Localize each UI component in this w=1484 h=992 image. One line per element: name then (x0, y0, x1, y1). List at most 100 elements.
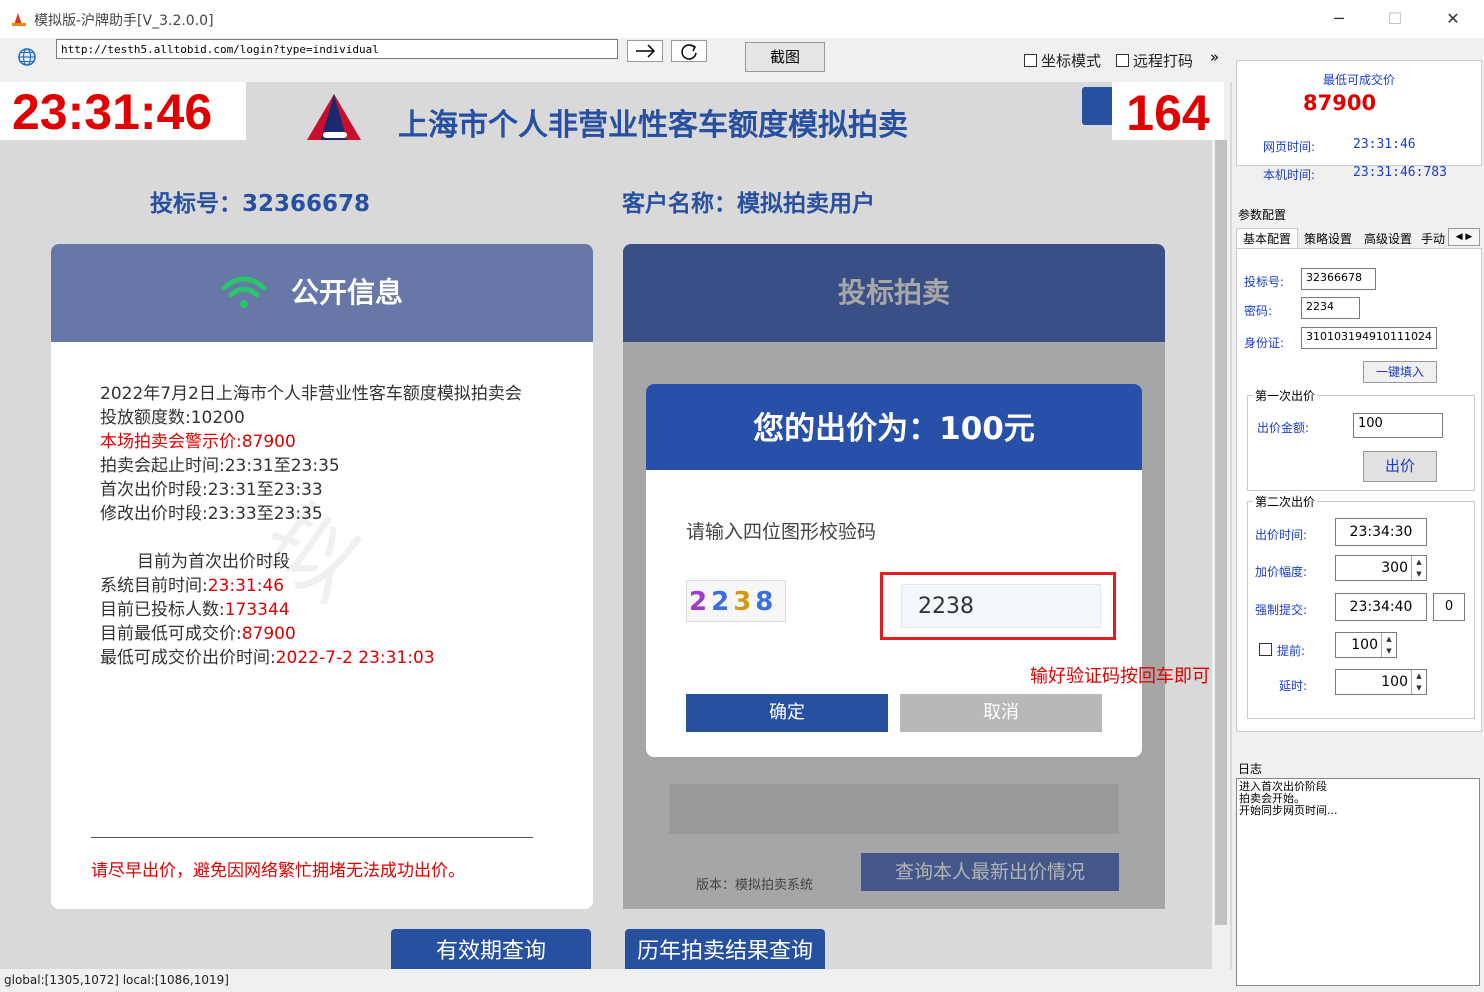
increase-label: 加价幅度: (1255, 565, 1308, 579)
bid-confirm-dialog: 您的出价为：100元 请输入四位图形校验码 2238 2238 确定 取消 (646, 384, 1142, 757)
public-info-header: 公开信息 (51, 244, 593, 342)
label: 系统目前时间: (100, 576, 208, 596)
web-view: 上海市个人非营业性客车额度模拟拍卖 投标号：32366678 客户名称：模拟拍卖… (0, 82, 1232, 969)
spinner-value: 100 (1351, 637, 1378, 653)
cancel-button[interactable]: 取消 (900, 694, 1102, 732)
amount-field[interactable]: 100 (1353, 413, 1443, 438)
page-title: 上海市个人非营业性客车额度模拟拍卖 (398, 108, 908, 143)
page-scrollbar[interactable] (1212, 82, 1230, 969)
web-time-value: 23:31:46 (1353, 137, 1416, 152)
advance-checkbox[interactable] (1259, 643, 1272, 656)
price-box: 最低可成交价 87900 网页时间: 23:31:46 本机时间: 23:31:… (1236, 60, 1482, 182)
spinner-arrows-icon[interactable]: ▲ ▼ (1381, 633, 1396, 657)
first-bid-title: 第一次出价 (1253, 387, 1318, 404)
status-bar: global:[1305,1072] local:[1086,1019] (0, 969, 1236, 992)
spinner-value: 100 (1381, 674, 1408, 690)
bid-panel-header: 投标拍卖 (623, 244, 1165, 342)
refresh-icon (681, 44, 697, 60)
customer-name-label: 客户名称：模拟拍卖用户 (622, 191, 875, 217)
tab-scroll-buttons[interactable]: ◀ ▶ (1448, 228, 1480, 246)
tab-content: 投标号: 32366678 密码: 2234 身份证: 310103194910… (1236, 248, 1482, 732)
countdown-overlay: 164 (1112, 82, 1224, 141)
url-input[interactable]: http://testh5.alltobid.com/login?type=in… (56, 39, 618, 59)
log-line: 开始同步网页时间... (1239, 804, 1338, 817)
advance-spinner[interactable]: 100 ▲ ▼ (1335, 632, 1397, 658)
bid-time-label: 出价时间: (1255, 528, 1308, 542)
tab-manual[interactable]: 手动 (1418, 230, 1448, 248)
local-time-label: 本机时间: (1263, 168, 1316, 182)
coord-mode-label: 坐标模式 (1041, 52, 1102, 70)
info-line: 投放额度数:10200 (100, 408, 245, 428)
bid-button[interactable]: 出价 (1363, 451, 1437, 482)
divider (91, 837, 533, 838)
local-time-value: 23:31:46:783 (1353, 165, 1447, 180)
remote-captcha-checkbox[interactable]: 远程打码 (1116, 50, 1193, 71)
info-line-warning-price: 本场拍卖会警示价:87900 (100, 432, 296, 452)
bid-no-label: 投标号: (1244, 275, 1285, 289)
refresh-button[interactable] (671, 40, 707, 62)
tab-advanced[interactable]: 高级设置 (1358, 230, 1418, 248)
captcha-hint-annotation: 输好验证码按回车即可 (1030, 666, 1210, 687)
bid-panel-body (669, 784, 1119, 834)
expand-button[interactable]: » (1210, 48, 1219, 66)
remote-captcha-label: 远程打码 (1133, 52, 1194, 70)
spinner-arrows-icon[interactable]: ▲ ▼ (1411, 670, 1426, 694)
scrollbar-thumb[interactable] (1215, 140, 1227, 925)
info-line-lowest-time: 最低可成交价出价时间:2022-7-2 23:31:03 (100, 646, 580, 670)
auction-logo-icon (307, 94, 361, 140)
force-submit-field[interactable]: 23:34:40 (1335, 593, 1427, 621)
clock-overlay: 23:31:46 (0, 82, 246, 140)
minimize-button[interactable]: ─ (1310, 0, 1368, 38)
label: 目前最低可成交价: (100, 624, 242, 644)
close-button[interactable]: ✕ (1424, 0, 1482, 38)
tab-strategy[interactable]: 策略设置 (1298, 230, 1358, 248)
amount-label: 出价金额: (1257, 421, 1310, 435)
tab-strip: 基本配置 策略设置 高级设置 手动 ◀ ▶ (1236, 228, 1480, 249)
maximize-button[interactable]: ☐ (1366, 0, 1424, 38)
value: 173344 (224, 600, 290, 620)
captcha-char: 2 (711, 587, 734, 617)
globe-icon (18, 48, 36, 66)
log-box[interactable]: 进入首次出价阶段 拍卖会开始。 开始同步网页时间... (1236, 778, 1480, 986)
password-field[interactable]: 2234 (1301, 297, 1360, 319)
public-info-title: 公开信息 (290, 276, 403, 309)
query-my-bid-button[interactable]: 查询本人最新出价情况 (861, 853, 1119, 891)
delay-spinner[interactable]: 100 ▲ ▼ (1335, 669, 1427, 695)
label: 最低可成交价出价时间: (100, 648, 276, 668)
go-button[interactable] (627, 40, 663, 62)
value: 2022-7-2 23:31:03 (275, 648, 435, 668)
force-submit-extra[interactable]: 0 (1433, 593, 1465, 621)
bid-time-field[interactable]: 23:34:30 (1335, 518, 1427, 546)
checkbox-box[interactable] (1116, 54, 1129, 67)
info-line: 2022年7月2日上海市个人非营业性客车额度模拟拍卖会 (100, 384, 522, 404)
info-line: 拍卖会起止时间:23:31至23:35 (100, 456, 340, 476)
captcha-image: 2238 (686, 580, 786, 622)
password-label: 密码: (1244, 304, 1273, 318)
arrow-right-icon (636, 44, 656, 58)
bid-no-field[interactable]: 32366678 (1301, 268, 1376, 290)
validity-query-button[interactable]: 有效期查询 (391, 929, 591, 969)
value: 87900 (241, 624, 296, 644)
captcha-input[interactable]: 2238 (901, 584, 1101, 628)
history-results-button[interactable]: 历年拍卖结果查询 (625, 929, 825, 969)
screenshot-button[interactable]: 截图 (745, 42, 825, 72)
force-submit-label: 强制提交: (1255, 603, 1308, 617)
coord-mode-checkbox[interactable]: 坐标模式 (1024, 50, 1101, 71)
window-title: 模拟版-沪牌助手[V_3.2.0.0] (34, 13, 214, 29)
captcha-char: 8 (755, 587, 778, 617)
title-bar: 模拟版-沪牌助手[V_3.2.0.0] ─ ☐ ✕ (0, 0, 1484, 38)
version-text: 版本：模拟拍卖系统 (696, 878, 814, 893)
one-click-fill-button[interactable]: 一键填入 (1363, 361, 1437, 383)
advance-label: 提前: (1277, 644, 1306, 658)
tab-basic[interactable]: 基本配置 (1236, 228, 1298, 249)
increase-spinner[interactable]: 300 ▲ ▼ (1335, 555, 1427, 581)
confirm-button[interactable]: 确定 (686, 694, 888, 732)
id-field[interactable]: 310103194910111024 (1301, 327, 1437, 349)
bid-number-label: 投标号：32366678 (150, 191, 371, 217)
delay-label: 延时: (1279, 679, 1308, 693)
captcha-prompt: 请输入四位图形校验码 (686, 521, 877, 543)
checkbox-box[interactable] (1024, 54, 1037, 67)
spinner-arrows-icon[interactable]: ▲ ▼ (1411, 556, 1426, 580)
warning-text: 请尽早出价，避免因网络繁忙拥堵无法成功出价。 (91, 861, 465, 881)
captcha-char: 3 (733, 587, 756, 617)
